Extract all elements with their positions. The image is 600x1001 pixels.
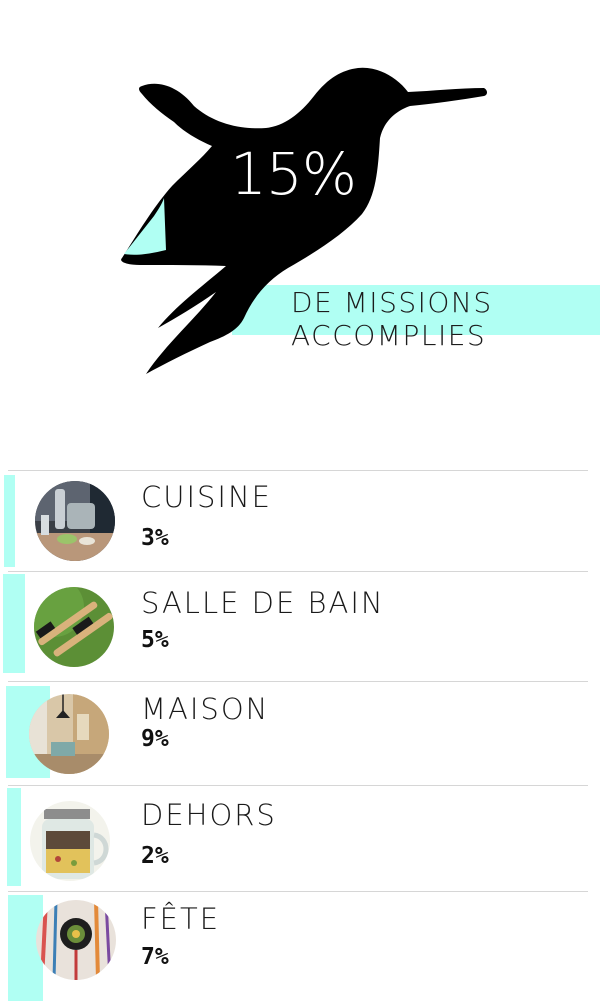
mission-caption-line-2: ACCOMPLIES [291, 319, 487, 352]
category-title: SALLE DE BAIN [141, 586, 385, 620]
progress-hero: 15% DE MISSIONS ACCOMPLIES [0, 0, 600, 440]
row-divider [8, 470, 588, 471]
category-row-maison[interactable]: MAISON 9% [0, 681, 600, 784]
row-divider [8, 571, 588, 572]
category-thumbnail-home [29, 694, 109, 774]
category-row-fete[interactable]: FÊTE 7% [0, 891, 600, 1001]
row-divider [8, 681, 588, 682]
mission-percent: 15% [230, 140, 357, 208]
category-percent: 3% [141, 525, 169, 551]
row-divider [8, 891, 588, 892]
category-thumbnail-kitchen [35, 481, 115, 561]
category-thumbnail-toothbrush [34, 587, 114, 667]
category-percent: 7% [141, 944, 169, 970]
category-percent: 2% [141, 843, 169, 869]
category-percent: 5% [141, 627, 169, 653]
row-divider [8, 785, 588, 786]
mission-caption-line-1: DE MISSIONS [291, 286, 493, 319]
progress-bar [7, 788, 21, 886]
category-title: DEHORS [141, 798, 277, 832]
category-title: FÊTE [141, 902, 221, 936]
category-percent: 9% [141, 726, 169, 752]
category-title: CUISINE [141, 480, 273, 514]
category-row-cuisine[interactable]: CUISINE 3% [0, 470, 600, 570]
progress-bar [4, 475, 15, 567]
category-thumbnail-jar [30, 801, 110, 881]
category-thumbnail-party [36, 900, 116, 980]
category-row-salle-de-bain[interactable]: SALLE DE BAIN 5% [0, 571, 600, 680]
progress-bar [3, 574, 25, 673]
category-title: MAISON [141, 692, 270, 726]
hummingbird-icon [121, 67, 488, 375]
mission-caption: DE MISSIONS ACCOMPLIES [291, 286, 493, 352]
category-row-dehors[interactable]: DEHORS 2% [0, 785, 600, 890]
